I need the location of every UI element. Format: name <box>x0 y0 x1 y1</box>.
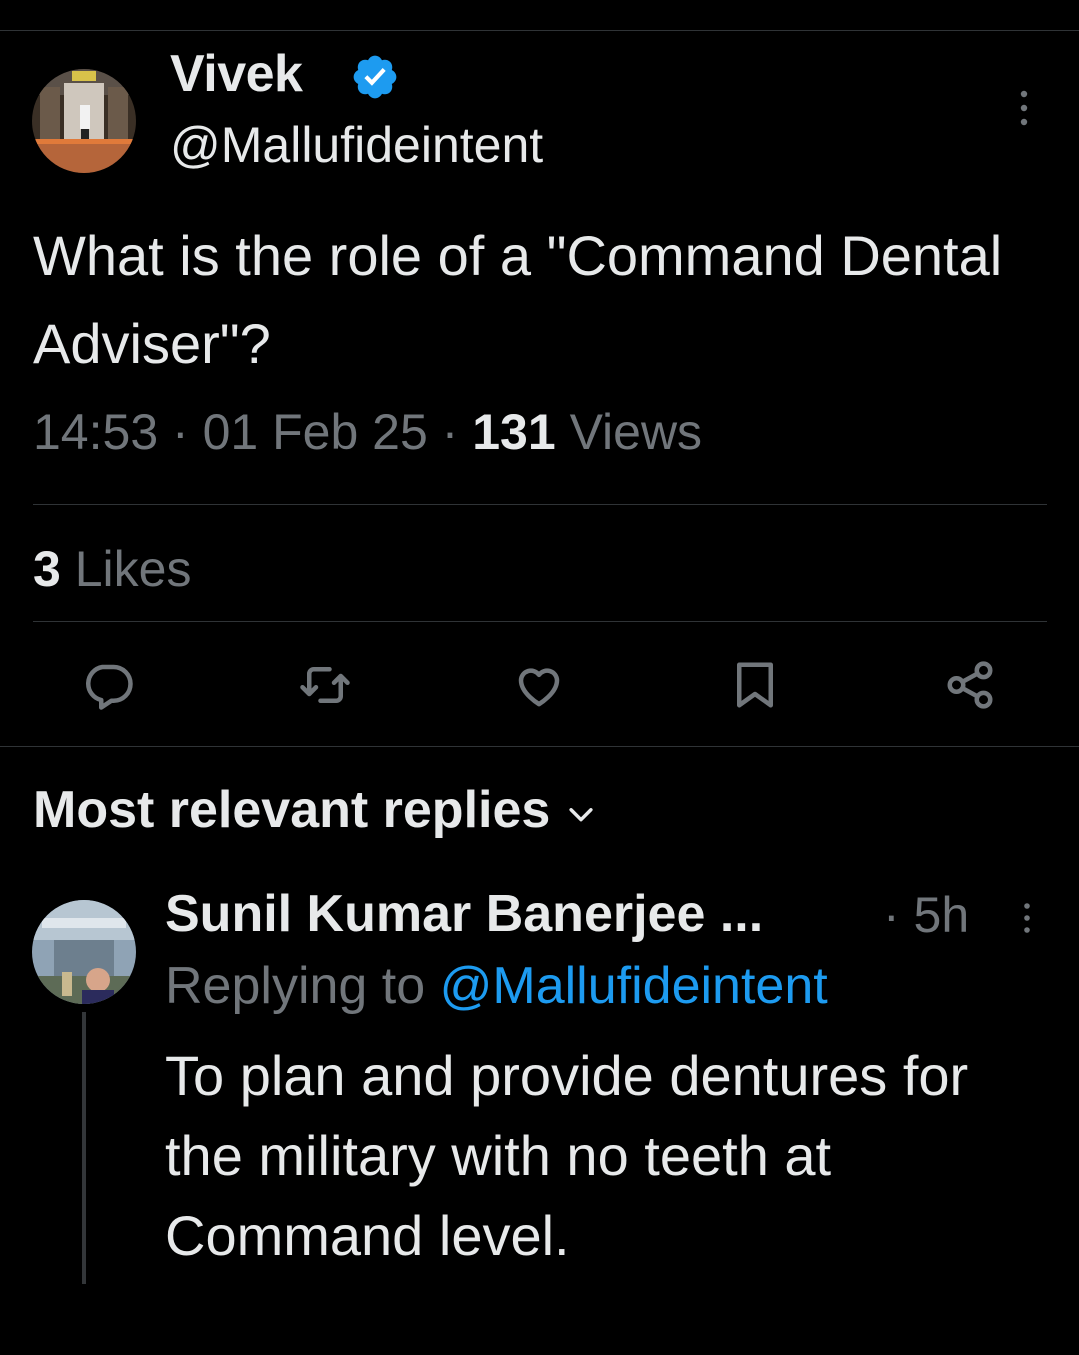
reply-author-name[interactable]: Sunil Kumar Banerjee ... <box>165 884 763 944</box>
replying-to-label: Replying to <box>165 957 426 1015</box>
tweet-meta: 14:53 · 01 Feb 25 · 131 Views <box>33 403 702 461</box>
reply-text: To plan and provide dentures for the mil… <box>165 1044 969 1267</box>
tweet-detail-page: Vivek @Mallufideintent What is the role … <box>0 0 1079 1355</box>
reply-sort-dropdown[interactable]: Most relevant replies <box>33 780 598 840</box>
meta-separator: · <box>172 404 189 460</box>
likes-count: 3 <box>33 541 61 597</box>
share-icon <box>947 661 993 709</box>
reply-author-avatar[interactable] <box>32 900 136 1004</box>
retweet-button[interactable] <box>290 650 360 720</box>
divider <box>0 746 1079 747</box>
bookmark-button[interactable] <box>720 650 790 720</box>
chevron-down-icon <box>569 808 593 822</box>
likes-summary[interactable]: 3 Likes <box>33 540 191 598</box>
divider <box>33 504 1047 505</box>
tweet-date[interactable]: 01 Feb 25 <box>203 404 428 460</box>
more-options-icon[interactable] <box>1012 86 1036 130</box>
author-avatar[interactable] <box>32 69 136 173</box>
bookmark-icon <box>737 662 773 708</box>
like-button[interactable] <box>504 650 574 720</box>
reply-more-options-icon[interactable] <box>1017 900 1037 940</box>
retweet-icon <box>300 667 350 703</box>
author-handle[interactable]: @Mallufideintent <box>170 116 543 174</box>
likes-label: Likes <box>74 541 192 597</box>
tweet-time[interactable]: 14:53 <box>33 404 158 460</box>
meta-separator: · <box>441 404 459 460</box>
tweet-action-bar <box>0 650 1079 720</box>
verified-badge-icon <box>350 52 400 102</box>
tweet-text: What is the role of a "Command Dental Ad… <box>33 224 1003 375</box>
top-divider <box>0 30 1079 31</box>
author-name[interactable]: Vivek <box>170 44 303 104</box>
replying-to-line: Replying to @Mallufideintent <box>165 956 828 1016</box>
share-button[interactable] <box>935 650 1005 720</box>
reply-button[interactable] <box>73 650 143 720</box>
reply-sort-label: Most relevant replies <box>33 781 551 839</box>
reply-time[interactable]: · 5h <box>883 886 969 944</box>
thread-line <box>82 1012 86 1284</box>
reply-header: Sunil Kumar Banerjee ... · 5h <box>165 884 1045 948</box>
views-count: 131 <box>472 404 556 460</box>
divider <box>33 621 1047 622</box>
heart-icon <box>518 668 560 707</box>
reply-icon <box>86 664 133 710</box>
replying-to-mention[interactable]: @Mallufideintent <box>440 957 828 1015</box>
views-label: Views <box>569 404 703 460</box>
